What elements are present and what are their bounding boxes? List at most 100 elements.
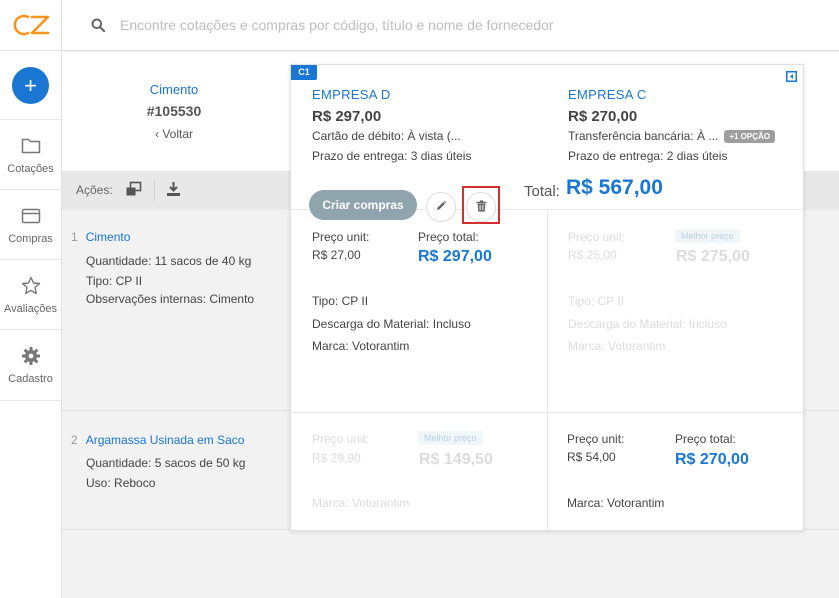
detail-value: CP II bbox=[115, 274, 143, 288]
attribute: Descarga do Material: Incluso bbox=[312, 317, 471, 331]
attribute-value: Votorantim bbox=[608, 339, 666, 353]
supplier-name[interactable]: EMPRESA C bbox=[568, 87, 775, 102]
total-price-value: R$ 270,00 bbox=[675, 451, 749, 468]
detail-value: Reboco bbox=[114, 476, 156, 490]
supplier-d-summary: EMPRESA D R$ 297,00 Cartão de débito: À … bbox=[312, 87, 471, 163]
search-input[interactable] bbox=[120, 17, 720, 33]
item-title[interactable]: 2 Argamassa Usinada em Saco bbox=[71, 433, 244, 447]
quote-header: Cimento #105530 ‹ Voltar bbox=[62, 52, 286, 171]
card-badge: C1 bbox=[291, 65, 317, 80]
unit-price-value: R$ 27,00 bbox=[312, 248, 361, 262]
total-price-label: Preço total: bbox=[418, 230, 479, 244]
add-button[interactable]: + bbox=[12, 66, 49, 104]
supplier-price: R$ 270,00 bbox=[568, 108, 638, 125]
sidebar-item-label: Compras bbox=[8, 232, 53, 245]
attribute-value: Incluso bbox=[688, 317, 727, 331]
attribute-key: Marca: bbox=[312, 496, 349, 510]
quote-cell: Preço unit: R$ 27,00 Preço total: R$ 297… bbox=[291, 211, 547, 412]
attribute: Descarga do Material: Incluso bbox=[568, 317, 727, 331]
download-icon[interactable] bbox=[166, 181, 181, 200]
unit-price-label: Preço unit: bbox=[568, 230, 626, 244]
actions-label: Ações: bbox=[76, 183, 113, 197]
payment-value: À vista (... bbox=[407, 129, 461, 143]
payment-key: Transferência bancária: bbox=[568, 129, 694, 143]
duplicate-icon[interactable] bbox=[125, 181, 142, 200]
detail-value: 11 sacos de 40 kg bbox=[154, 254, 252, 268]
unit-price-value: R$ 29,90 bbox=[312, 451, 361, 465]
detail-key: Uso: bbox=[86, 476, 111, 490]
quote-code: #105530 bbox=[146, 103, 202, 119]
supplier-name[interactable]: EMPRESA D bbox=[312, 87, 471, 102]
item-number: 2 bbox=[71, 433, 78, 447]
gear-icon bbox=[21, 345, 41, 367]
unit-price-label: Preço unit: bbox=[312, 230, 370, 244]
payment-terms: Transferência bancária: À ... +1 OPÇÃO bbox=[568, 129, 775, 143]
attribute-key: Marca: bbox=[567, 496, 604, 510]
total-price-value: R$ 297,00 bbox=[418, 248, 492, 265]
delivery-terms: Prazo de entrega: 2 dias úteis bbox=[568, 149, 775, 163]
back-link[interactable]: ‹ Voltar bbox=[62, 127, 286, 141]
attribute-key: Marca: bbox=[568, 339, 605, 353]
item-title-text: Argamassa Usinada em Saco bbox=[85, 433, 245, 447]
unit-price-label: Preço unit: bbox=[312, 432, 370, 446]
item-title[interactable]: 1 Cimento bbox=[71, 230, 130, 244]
sidebar-item-compras[interactable]: Compras bbox=[0, 190, 61, 260]
supplier-price: R$ 297,00 bbox=[312, 108, 382, 125]
detail-key: Observações internas: bbox=[86, 292, 207, 306]
item-detail: Observações internas: Cimento bbox=[86, 292, 254, 306]
payment-value: À ... bbox=[696, 129, 719, 143]
sidebar-item-label: Cotações bbox=[7, 162, 54, 175]
quote-cell: Preço unit: R$ 25,00 Melhor preço R$ 275… bbox=[548, 211, 803, 412]
sidebar-item-avaliacoes[interactable]: Avaliações bbox=[0, 260, 61, 330]
total-price-value: R$ 149,50 bbox=[419, 451, 493, 468]
supplier-comparison-card: C1 EMPRESA D R$ 297,00 Cartão de débito:… bbox=[290, 64, 804, 531]
attribute-key: Descarga do Material: bbox=[312, 317, 430, 331]
detail-value: 5 sacos de 50 kg bbox=[154, 456, 246, 470]
actions-divider bbox=[154, 179, 155, 201]
sidebar: + Cotações Compras Avaliações Cadastro bbox=[0, 0, 62, 598]
attribute: Tipo: CP II bbox=[312, 294, 368, 308]
delivery-value: 3 dias úteis bbox=[410, 149, 472, 163]
sidebar-item-label: Cadastro bbox=[8, 373, 53, 385]
item-detail: Uso: Reboco bbox=[86, 476, 155, 490]
total-price-value: R$ 275,00 bbox=[676, 248, 750, 265]
unit-price-value: R$ 54,00 bbox=[567, 450, 616, 464]
payment-key: Cartão de débito: bbox=[312, 129, 405, 143]
list-item: 2 Argamassa Usinada em Saco Quantidade: 5… bbox=[62, 411, 290, 529]
attribute-value: CP II bbox=[341, 294, 369, 308]
attribute: Tipo: CP II bbox=[568, 294, 624, 308]
best-price-badge: Melhor preço bbox=[418, 431, 483, 445]
delivery-key: Prazo de entrega: bbox=[568, 149, 664, 163]
collapse-icon[interactable] bbox=[786, 71, 797, 85]
app-logo[interactable] bbox=[0, 0, 61, 51]
detail-key: Quantidade: bbox=[86, 254, 152, 268]
quote-title[interactable]: Cimento bbox=[62, 82, 286, 97]
more-options-badge[interactable]: +1 OPÇÃO bbox=[724, 130, 775, 143]
detail-value: Cimento bbox=[209, 292, 255, 306]
attribute-value: CP II bbox=[597, 294, 625, 308]
total-label: Total: bbox=[524, 183, 560, 200]
item-detail: Quantidade: 11 sacos de 40 kg bbox=[86, 254, 251, 268]
attribute-value: Votorantim bbox=[607, 496, 665, 510]
attribute: Marca: Votorantim bbox=[568, 339, 665, 353]
attribute-value: Incluso bbox=[432, 317, 471, 331]
unit-price-label: Preço unit: bbox=[567, 432, 625, 446]
folder-icon bbox=[21, 135, 41, 157]
sidebar-item-cotacoes[interactable]: Cotações bbox=[0, 120, 61, 190]
attribute-key: Descarga do Material: bbox=[568, 317, 686, 331]
attribute-key: Tipo: bbox=[568, 294, 595, 308]
attribute: Marca: Votorantim bbox=[312, 339, 409, 353]
supplier-c-summary: EMPRESA C R$ 270,00 Transferência bancár… bbox=[568, 87, 775, 163]
star-icon bbox=[21, 275, 41, 297]
attribute-key: Tipo: bbox=[312, 294, 339, 308]
item-title-text: Cimento bbox=[85, 230, 131, 244]
card-icon bbox=[21, 205, 41, 227]
sidebar-item-label: Avaliações bbox=[4, 302, 57, 315]
detail-key: Quantidade: bbox=[86, 456, 152, 470]
attribute-value: Votorantim bbox=[352, 339, 410, 353]
quote-cell: Preço unit: R$ 29,90 Melhor preço R$ 149… bbox=[291, 413, 547, 531]
detail-key: Tipo: bbox=[86, 274, 113, 288]
delivery-value: 2 dias úteis bbox=[666, 149, 728, 163]
sidebar-item-cadastro[interactable]: Cadastro bbox=[0, 330, 61, 401]
total-value: R$ 567,00 bbox=[566, 176, 663, 199]
